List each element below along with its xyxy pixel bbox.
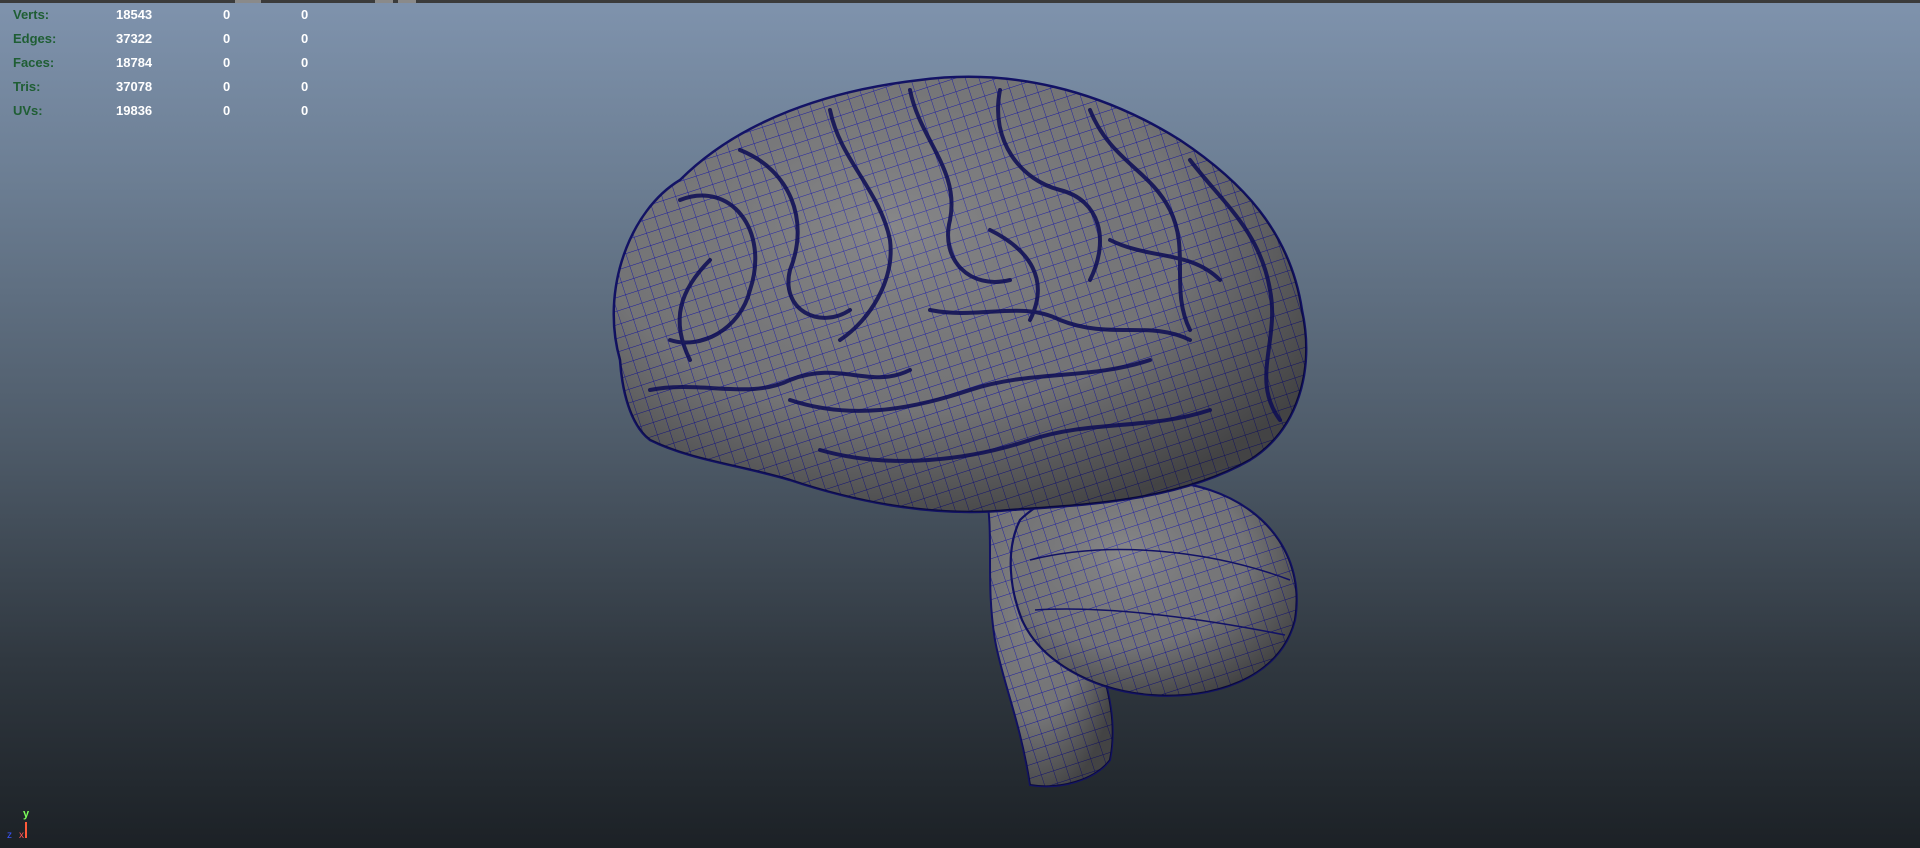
hud-value: 0: [223, 31, 231, 46]
hud-value: 0: [223, 55, 231, 70]
hud-label: Faces:: [13, 55, 55, 70]
hud-row-uvs: UVs: 19836 0 0: [13, 99, 323, 123]
hud-value: 0: [301, 55, 309, 70]
hud-value: 19836: [116, 103, 153, 118]
hud-value: 0: [301, 31, 309, 46]
hud-value: 37322: [116, 31, 153, 46]
hud-value: 0: [301, 79, 309, 94]
cerebrum: [612, 75, 1308, 514]
hud-row-verts: Verts: 18543 0 0: [13, 3, 323, 27]
hud-value: 0: [223, 79, 231, 94]
hud-value: 18784: [116, 55, 153, 70]
hud-row-tris: Tris: 37078 0 0: [13, 75, 323, 99]
toolbar-button[interactable]: [398, 0, 416, 3]
poly-count-hud: Verts: 18543 0 0 Edges: 37322 0 0 Faces:…: [13, 3, 323, 123]
axis-y-label: y: [23, 808, 30, 820]
hud-label: UVs:: [13, 103, 43, 118]
axis-x-label: x: [19, 830, 24, 841]
hud-value: 0: [301, 7, 309, 22]
hud-row-faces: Faces: 18784 0 0: [13, 51, 323, 75]
hud-value: 0: [301, 103, 309, 118]
brain-mesh-model[interactable]: [590, 60, 1390, 800]
hud-row-edges: Edges: 37322 0 0: [13, 27, 323, 51]
hud-label: Verts:: [13, 7, 50, 22]
hud-value: 18543: [116, 7, 153, 22]
hud-value: 0: [223, 103, 231, 118]
hud-value: 0: [223, 7, 231, 22]
toolbar-button[interactable]: [375, 0, 393, 3]
axis-gizmo: y z x: [4, 808, 44, 848]
axis-z-label: z: [7, 830, 12, 841]
hud-label: Tris:: [13, 79, 41, 94]
3d-viewport[interactable]: Verts: 18543 0 0 Edges: 37322 0 0 Faces:…: [0, 0, 1920, 848]
axis-y-line: [25, 822, 27, 838]
hud-label: Edges:: [13, 31, 57, 46]
hud-value: 37078: [116, 79, 153, 94]
